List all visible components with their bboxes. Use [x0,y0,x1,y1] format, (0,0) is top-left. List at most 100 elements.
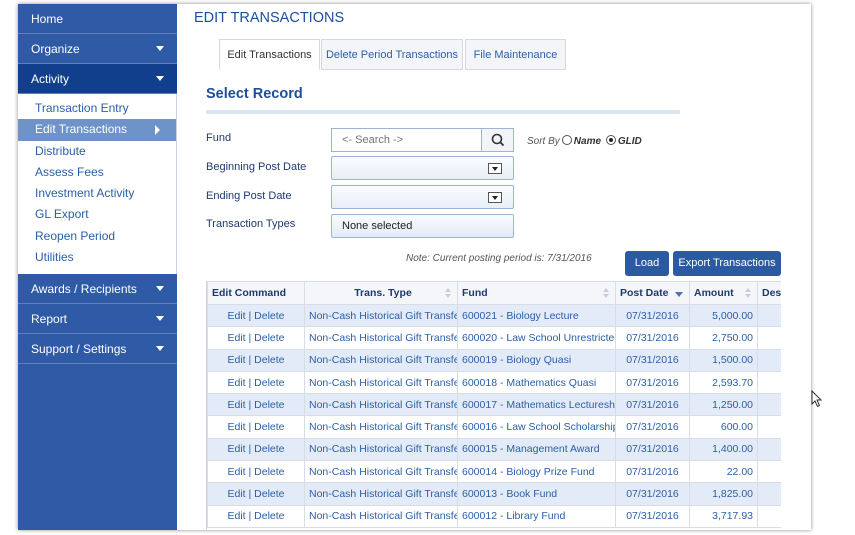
delete-link[interactable]: Delete [254,332,284,344]
delete-link[interactable]: Delete [254,310,284,322]
sidebar-item-label: Awards / Recipients [31,282,137,297]
column-header-post-date[interactable]: Post Date [615,281,690,305]
delete-link[interactable]: Delete [254,488,284,500]
sidebar-item-organize[interactable]: Organize [18,34,177,64]
edit-link[interactable]: Edit [227,443,245,455]
sort-glid-radio[interactable] [605,135,616,145]
tab-delete-period-transactions[interactable]: Delete Period Transactions [321,39,463,70]
transaction-types-multiselect[interactable]: None selected [331,214,514,238]
post-date-cell: 07/31/2016 [615,393,690,417]
trans-type-cell: Non-Cash Historical Gift Transfer [304,482,458,506]
delete-link[interactable]: Delete [254,510,284,522]
edit-link[interactable]: Edit [227,488,245,500]
post-date-cell: 07/31/2016 [615,482,690,506]
submenu-item-distribute[interactable]: Distribute [18,141,176,162]
trans-type-cell: Non-Cash Historical Gift Transfer [304,303,458,328]
edit-link[interactable]: Edit [227,510,245,522]
edit-command-cell: Edit | Delete [207,348,305,372]
edit-command-cell: Edit | Delete [207,303,305,328]
edit-link[interactable]: Edit [227,332,245,344]
edit-command-cell: Edit | Delete [207,504,305,528]
transactions-table: Edit Command Trans. Type Fund Post Date … [206,281,781,530]
sort-by-options: Sort By Name GLID [527,135,642,147]
chevron-down-icon [156,46,164,51]
fund-cell: 600015 - Management Award [457,437,616,462]
sort-name-radio[interactable] [561,135,572,145]
trans-type-cell: Non-Cash Historical Gift Transfer [304,393,458,417]
submenu-item-utilities[interactable]: Utilities [18,247,176,268]
column-header-amount[interactable]: Amount [689,281,758,305]
column-header-description[interactable]: Description [757,281,781,305]
fund-search-input[interactable] [332,129,482,151]
ending-post-date-label: Ending Post Date [206,190,292,202]
delete-link[interactable]: Delete [254,443,284,455]
submenu-item-transaction-entry[interactable]: Transaction Entry [18,98,176,119]
sidebar-item-label: Report [31,312,68,327]
page-title: EDIT TRANSACTIONS [194,10,345,26]
separator: | [245,309,255,322]
submenu-item-gl-export[interactable]: GL Export [18,204,176,225]
sort-icon [603,288,609,298]
sidebar: Home Organize Activity Transaction Entry… [18,4,177,530]
delete-link[interactable]: Delete [254,354,284,366]
edit-link[interactable]: Edit [227,310,245,322]
tab-file-maintenance[interactable]: File Maintenance [465,39,566,70]
sidebar-item-report[interactable]: Report [18,304,177,335]
description-cell [757,437,781,462]
sidebar-item-home[interactable]: Home [18,4,177,34]
fund-cell: 600016 - Law School Scholarship [457,415,616,439]
fund-search-box [331,128,514,152]
submenu-item-investment-activity[interactable]: Investment Activity [18,183,176,204]
section-title: Select Record [206,86,303,102]
load-button[interactable]: Load [625,251,669,276]
trans-type-cell: Non-Cash Historical Gift Transfer [304,460,458,484]
separator: | [245,510,255,523]
delete-link[interactable]: Delete [254,377,284,389]
description-cell [757,460,781,484]
tab-edit-transactions[interactable]: Edit Transactions [219,39,320,70]
sidebar-item-label: Support / Settings [31,342,127,357]
table-row: Edit | Delete Non-Cash Historical Gift Tr… [207,460,781,484]
delete-link[interactable]: Delete [254,399,284,411]
description-cell [757,482,781,506]
column-header-trans-type[interactable]: Trans. Type [304,281,458,305]
export-transactions-button[interactable]: Export Transactions [673,251,781,276]
sidebar-item-awards-recipients[interactable]: Awards / Recipients [18,274,177,305]
edit-command-cell: Edit | Delete [207,370,305,395]
edit-link[interactable]: Edit [227,354,245,366]
activity-submenu: Transaction Entry Edit Transactions Dist… [18,94,177,275]
fund-cell: 600020 - Law School Unrestricted [457,326,616,350]
table-header-row: Edit Command Trans. Type Fund Post Date … [207,281,781,305]
post-date-cell: 07/31/2016 [615,370,690,395]
table-row: Edit | Delete Non-Cash Historical Gift Tr… [207,504,781,528]
description-cell [757,370,781,395]
search-button[interactable] [481,129,513,151]
column-header-edit-command: Edit Command [207,281,305,305]
separator: | [245,443,255,456]
delete-link[interactable]: Delete [254,466,284,478]
post-date-cell: 07/31/2016 [615,303,690,328]
edit-link[interactable]: Edit [227,377,245,389]
edit-link[interactable]: Edit [227,399,245,411]
sidebar-item-support-settings[interactable]: Support / Settings [18,334,177,365]
edit-command-cell: Edit | Delete [207,393,305,417]
column-header-fund[interactable]: Fund [457,281,616,305]
amount-cell: 22.00 [689,460,758,484]
main-content: EDIT TRANSACTIONS Edit Transactions Dele… [177,4,811,530]
edit-command-cell: Edit | Delete [207,437,305,462]
submenu-item-edit-transactions[interactable]: Edit Transactions [18,119,176,141]
sidebar-item-activity[interactable]: Activity [18,64,177,94]
fund-cell: 600018 - Mathematics Quasi [457,370,616,395]
table-row: Edit | Delete Non-Cash Historical Gift Tr… [207,370,781,395]
column-header-label: Edit Command [212,287,287,299]
submenu-item-assess-fees[interactable]: Assess Fees [18,162,176,183]
beginning-post-date-select[interactable] [331,156,514,180]
amount-cell: 600.00 [689,415,758,439]
edit-link[interactable]: Edit [227,466,245,478]
submenu-item-label: Edit Transactions [35,122,128,137]
edit-link[interactable]: Edit [227,421,245,433]
ending-post-date-select[interactable] [331,185,514,209]
submenu-item-reopen-period[interactable]: Reopen Period [18,226,176,247]
chevron-down-icon [488,192,502,203]
delete-link[interactable]: Delete [254,421,284,433]
